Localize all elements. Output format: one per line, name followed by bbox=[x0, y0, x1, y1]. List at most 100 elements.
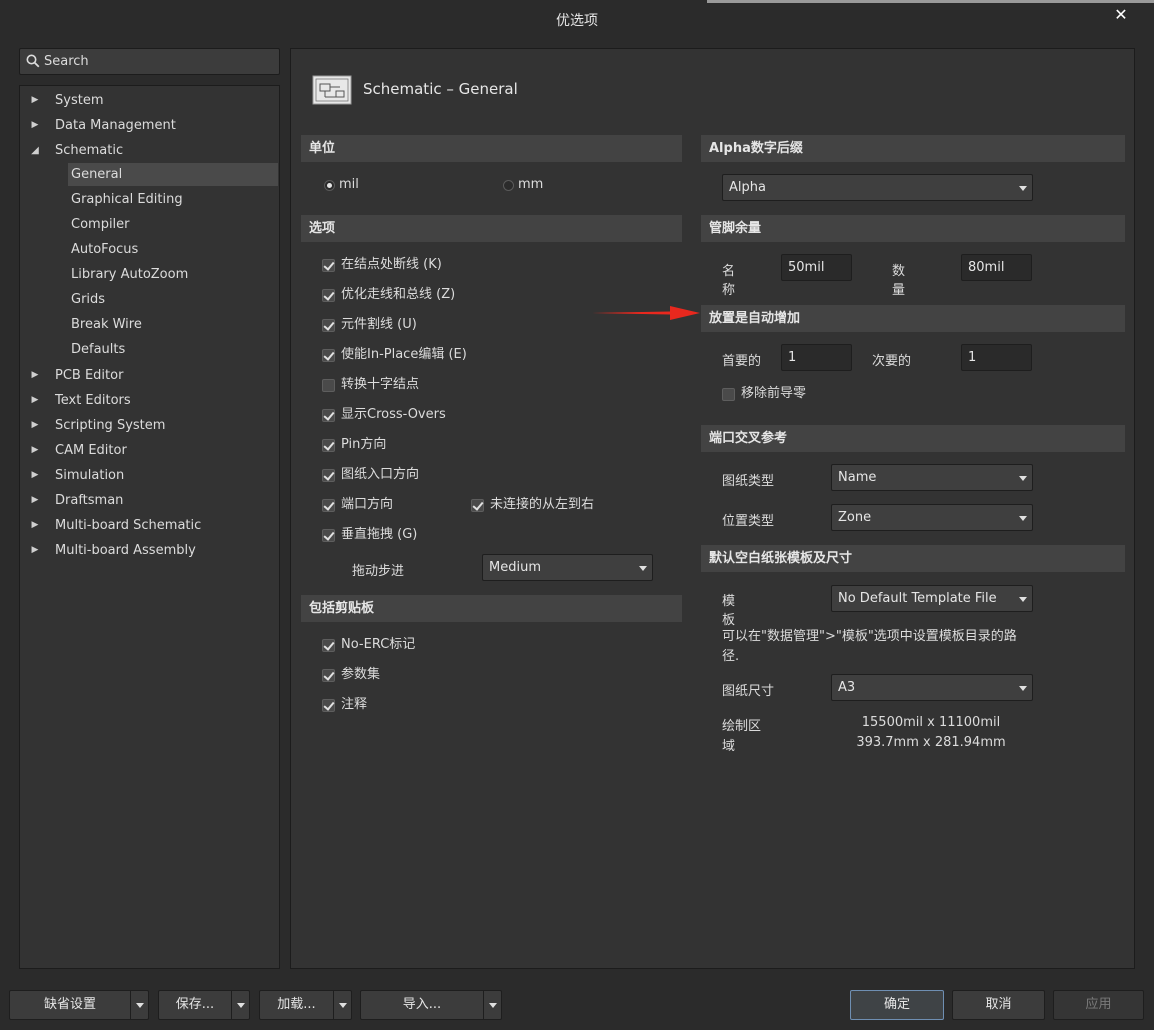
drawing-area-label: 绘制区 bbox=[722, 719, 762, 734]
alpha-suffix-value: Alpha bbox=[729, 180, 766, 195]
section-default-sheet: 默认空白纸张模板及尺寸 bbox=[701, 545, 1125, 572]
drag-step-label: 拖动步进 bbox=[352, 564, 405, 579]
search-box[interactable] bbox=[19, 48, 280, 75]
checkbox-label: 转换十字结点 bbox=[341, 377, 420, 392]
collapse-arrow-icon[interactable]: ◢ bbox=[28, 139, 42, 162]
expand-arrow-icon[interactable]: ▶ bbox=[28, 114, 42, 137]
import-button[interactable]: 导入... bbox=[360, 990, 502, 1020]
sheet-type-value: Name bbox=[838, 470, 877, 485]
chevron-down-icon[interactable] bbox=[130, 991, 149, 1019]
section-pin-margin: 管脚余量 bbox=[701, 215, 1125, 242]
pin-number-margin-input[interactable]: 80mil bbox=[961, 254, 1032, 281]
sheet-size-dropdown[interactable]: A3 bbox=[831, 674, 1033, 701]
schematic-document-icon bbox=[312, 75, 352, 105]
expand-arrow-icon[interactable]: ▶ bbox=[28, 439, 42, 462]
pin-name-margin-input[interactable]: 50mil bbox=[781, 254, 852, 281]
tree-item-defaults[interactable]: Defaults bbox=[68, 338, 278, 361]
close-icon[interactable]: ✕ bbox=[1112, 6, 1130, 24]
expand-arrow-icon[interactable]: ▶ bbox=[28, 364, 42, 387]
alpha-suffix-dropdown[interactable]: Alpha bbox=[722, 174, 1033, 201]
pin-number-label-2: 量 bbox=[892, 283, 906, 298]
expand-arrow-icon[interactable]: ▶ bbox=[28, 389, 42, 412]
location-type-label: 位置类型 bbox=[722, 514, 775, 529]
load-button-label[interactable]: 加载... bbox=[260, 991, 333, 1019]
section-clipboard: 包括剪贴板 bbox=[301, 595, 682, 622]
expand-arrow-icon[interactable]: ▶ bbox=[28, 514, 42, 537]
cancel-button[interactable]: 取消 bbox=[952, 990, 1045, 1020]
settings-panel: Schematic – General 单位 mil mm 选项 在结点处断线 … bbox=[290, 48, 1135, 969]
save-button-label[interactable]: 保存... bbox=[159, 991, 231, 1019]
checkbox-parameter-sets[interactable] bbox=[322, 669, 335, 682]
pin-name-label-2: 称 bbox=[722, 283, 736, 298]
tree-item-grids[interactable]: Grids bbox=[68, 288, 278, 311]
template-dropdown[interactable]: No Default Template File bbox=[831, 585, 1033, 612]
checkbox-notes[interactable] bbox=[322, 699, 335, 712]
secondary-increment-input[interactable]: 1 bbox=[961, 344, 1032, 371]
checkbox-in-place-edit[interactable] bbox=[322, 349, 335, 362]
tree-item-library-autozoom[interactable]: Library AutoZoom bbox=[68, 263, 278, 286]
expand-arrow-icon[interactable]: ▶ bbox=[28, 489, 42, 512]
checkbox-optimize-wires[interactable] bbox=[322, 289, 335, 302]
secondary-label: 次要的 bbox=[872, 354, 912, 369]
chevron-down-icon bbox=[1019, 516, 1027, 521]
load-button[interactable]: 加载... bbox=[259, 990, 352, 1020]
save-button[interactable]: 保存... bbox=[158, 990, 250, 1020]
checkbox-pin-direction[interactable] bbox=[322, 439, 335, 452]
checkbox-break-at-junction[interactable] bbox=[322, 259, 335, 272]
defaults-button[interactable]: 缺省设置 bbox=[9, 990, 149, 1020]
search-icon bbox=[26, 54, 40, 68]
primary-increment-input[interactable]: 1 bbox=[781, 344, 852, 371]
pin-name-label: 名 bbox=[722, 264, 736, 279]
drag-step-dropdown[interactable]: Medium bbox=[482, 554, 653, 581]
chevron-down-icon[interactable] bbox=[231, 991, 250, 1019]
expand-arrow-icon[interactable]: ▶ bbox=[28, 464, 42, 487]
checkbox-sheet-entry-direction[interactable] bbox=[322, 469, 335, 482]
checkbox-label: No-ERC标记 bbox=[341, 637, 416, 652]
checkbox-label: 显示Cross-Overs bbox=[341, 407, 446, 422]
tree-item-general[interactable]: General bbox=[68, 163, 278, 186]
section-options: 选项 bbox=[301, 215, 682, 242]
chevron-down-icon[interactable] bbox=[333, 991, 352, 1019]
checkbox-label: 在结点处断线 (K) bbox=[341, 257, 442, 272]
drawing-area-label-2: 域 bbox=[722, 739, 736, 754]
checkbox-label: 元件割线 (U) bbox=[341, 317, 417, 332]
checkbox-label: 参数集 bbox=[341, 667, 381, 682]
section-units: 单位 bbox=[301, 135, 682, 162]
sheet-size-label: 图纸尺寸 bbox=[722, 684, 775, 699]
checkbox-show-cross-overs[interactable] bbox=[322, 409, 335, 422]
primary-label: 首要的 bbox=[722, 354, 762, 369]
apply-button[interactable]: 应用 bbox=[1053, 990, 1144, 1020]
checkbox-port-direction[interactable] bbox=[322, 499, 335, 512]
checkbox-vertical-drag[interactable] bbox=[322, 529, 335, 542]
expand-arrow-icon[interactable]: ▶ bbox=[28, 414, 42, 437]
page-title: Schematic – General bbox=[363, 80, 518, 98]
defaults-button-label[interactable]: 缺省设置 bbox=[10, 991, 130, 1019]
checkbox-no-erc[interactable] bbox=[322, 639, 335, 652]
tree-item-break-wire[interactable]: Break Wire bbox=[68, 313, 278, 336]
radio-mil-label: mil bbox=[339, 177, 359, 192]
tree-item-autofocus[interactable]: AutoFocus bbox=[68, 238, 278, 261]
tree-item-compiler[interactable]: Compiler bbox=[68, 213, 278, 236]
checkbox-convert-cross-junction[interactable] bbox=[322, 379, 335, 392]
expand-arrow-icon[interactable]: ▶ bbox=[28, 89, 42, 112]
location-type-dropdown[interactable]: Zone bbox=[831, 504, 1033, 531]
checkbox-remove-leading-zeros[interactable] bbox=[722, 388, 735, 401]
chevron-down-icon[interactable] bbox=[483, 991, 502, 1019]
drawing-area-mil: 15500mil x 11100mil bbox=[861, 715, 1001, 730]
radio-mm[interactable] bbox=[503, 180, 514, 191]
section-alpha-suffix: Alpha数字后缀 bbox=[701, 135, 1125, 162]
checkbox-label: 优化走线和总线 (Z) bbox=[341, 287, 456, 302]
checkbox-unconnected-left-to-right[interactable] bbox=[471, 499, 484, 512]
radio-mil[interactable] bbox=[324, 180, 335, 191]
chevron-down-icon bbox=[1019, 686, 1027, 691]
import-button-label[interactable]: 导入... bbox=[361, 991, 483, 1019]
pin-number-label: 数 bbox=[892, 264, 906, 279]
tree-item-graphical-editing[interactable]: Graphical Editing bbox=[68, 188, 278, 211]
checkbox-component-cut[interactable] bbox=[322, 319, 335, 332]
template-hint-2: 径. bbox=[722, 649, 740, 664]
expand-arrow-icon[interactable]: ▶ bbox=[28, 539, 42, 562]
ok-button[interactable]: 确定 bbox=[850, 990, 944, 1020]
search-input[interactable] bbox=[44, 52, 274, 71]
drag-step-value: Medium bbox=[489, 560, 541, 575]
sheet-type-dropdown[interactable]: Name bbox=[831, 464, 1033, 491]
